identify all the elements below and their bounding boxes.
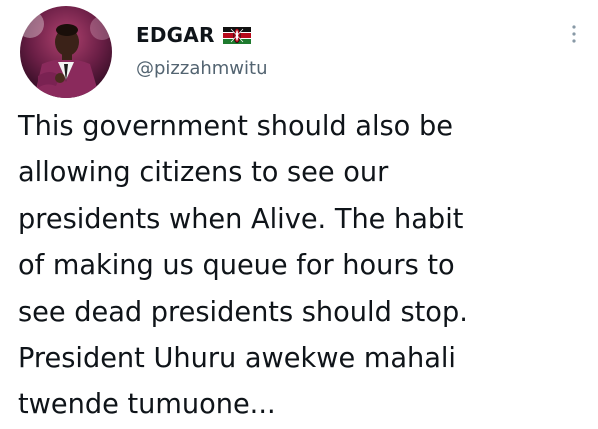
tweet-text-line: This government should also be xyxy=(18,111,453,142)
user-handle[interactable]: @pizzahmwitu xyxy=(136,58,267,79)
display-name[interactable]: EDGAR xyxy=(136,23,215,47)
tweet-text-line: twende tumuone... xyxy=(18,389,276,421)
tweet-text-line: see dead presidents should stop. xyxy=(18,296,468,328)
tweet-text: This government should also be allowing … xyxy=(18,104,593,429)
kenya-flag-icon xyxy=(222,26,251,44)
avatar[interactable] xyxy=(20,6,112,98)
more-options-icon[interactable] xyxy=(566,22,582,46)
avatar-image xyxy=(20,6,112,98)
display-name-row: EDGAR xyxy=(136,20,251,50)
tweet-text-line: presidents when Alive. The habit xyxy=(18,203,464,235)
tweet-text-line: allowing citizens to see our xyxy=(18,157,389,189)
tweet-text-line: of making us queue for hours to xyxy=(18,250,455,282)
tweet-text-line: President Uhuru awekwe mahali xyxy=(18,343,456,375)
tweet-card: EDGAR @pizzahmwitu This government shoul… xyxy=(0,0,598,427)
